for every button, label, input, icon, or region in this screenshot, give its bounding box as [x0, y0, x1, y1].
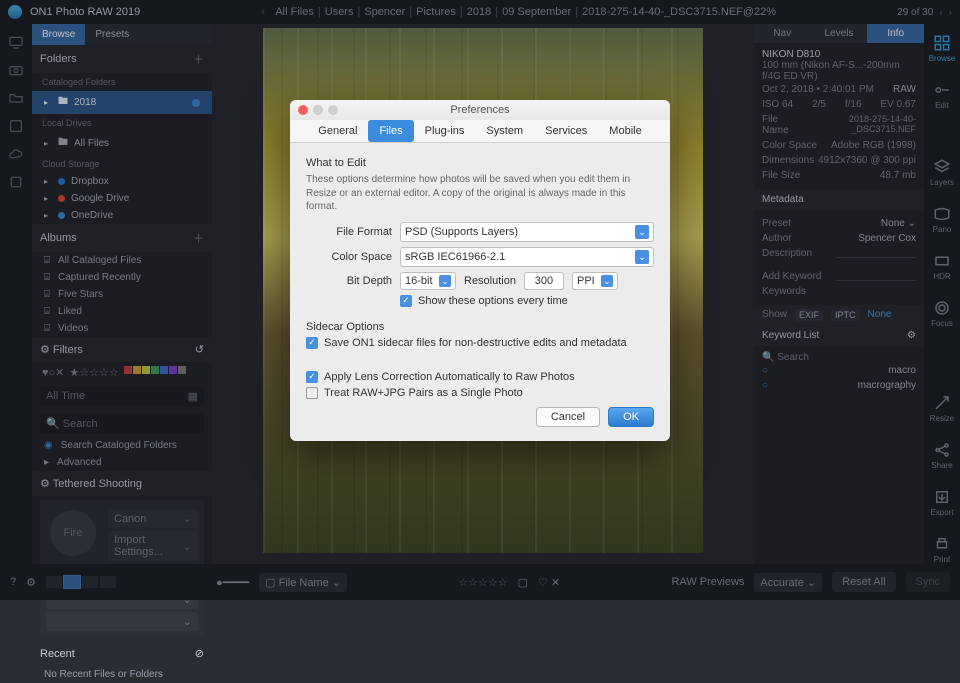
checkbox-icon	[306, 387, 318, 399]
no-recent: No Recent Files or Folders	[32, 666, 212, 683]
recent-label: Recent	[40, 648, 75, 660]
pref-tab-files[interactable]: Files	[368, 120, 413, 142]
checkbox-icon: ✓	[306, 337, 318, 349]
tether-slot[interactable]: ⌄	[46, 612, 198, 631]
chevron-down-icon: ⌄	[601, 275, 613, 287]
checkbox-icon: ✓	[306, 371, 318, 383]
what-to-edit-heading: What to Edit	[306, 157, 654, 169]
chevron-down-icon: ⌄	[635, 250, 649, 264]
color-space-row: Color Space sRGB IEC61966-2.1⌄	[306, 247, 654, 267]
treat-rawjpg-checkbox[interactable]: Treat RAW+JPG Pairs as a Single Photo	[306, 387, 654, 399]
bitdepth-select[interactable]: 16-bit⌄	[400, 272, 456, 290]
show-options-label: Show these options every time	[418, 295, 568, 307]
pref-body: What to Edit These options determine how…	[290, 143, 670, 441]
cancel-button[interactable]: Cancel	[536, 407, 600, 427]
what-to-edit-hint: These options determine how photos will …	[306, 173, 654, 214]
file-format-row: File Format PSD (Supports Layers)⌄	[306, 222, 654, 242]
ok-button[interactable]: OK	[608, 407, 654, 427]
dialog-title: Preferences	[290, 104, 670, 116]
clear-recent-icon[interactable]: ⊘	[195, 647, 204, 660]
pref-tab-general[interactable]: General	[307, 120, 368, 142]
dialog-titlebar: Preferences	[290, 100, 670, 120]
checkbox-icon: ✓	[400, 295, 412, 307]
dialog-buttons: Cancel OK	[306, 407, 654, 427]
bitdepth-row: Bit Depth 16-bit⌄ Resolution 300 PPI⌄	[306, 272, 654, 290]
chevron-down-icon: ⌄	[439, 275, 451, 287]
resolution-label: Resolution	[464, 275, 516, 287]
treat-rawjpg-label: Treat RAW+JPG Pairs as a Single Photo	[324, 387, 523, 399]
color-space-label: Color Space	[306, 251, 392, 263]
modal-backdrop[interactable]: Preferences General Files Plug-ins Syste…	[0, 0, 960, 600]
save-sidecar-label: Save ON1 sidecar files for non-destructi…	[324, 337, 627, 349]
show-options-checkbox[interactable]: ✓ Show these options every time	[400, 295, 654, 307]
pref-tab-system[interactable]: System	[475, 120, 534, 142]
color-space-select[interactable]: sRGB IEC61966-2.1⌄	[400, 247, 654, 267]
sidecar-heading: Sidecar Options	[306, 321, 654, 333]
resolution-input[interactable]: 300	[524, 272, 564, 290]
bitdepth-label: Bit Depth	[306, 275, 392, 287]
save-sidecar-checkbox[interactable]: ✓ Save ON1 sidecar files for non-destruc…	[306, 337, 654, 349]
no-recent-label: No Recent Files or Folders	[44, 669, 163, 680]
recent-header[interactable]: Recent ⊘	[32, 641, 212, 666]
file-format-label: File Format	[306, 226, 392, 238]
file-format-select[interactable]: PSD (Supports Layers)⌄	[400, 222, 654, 242]
apply-lens-checkbox[interactable]: ✓ Apply Lens Correction Automatically to…	[306, 371, 654, 383]
ppi-select[interactable]: PPI⌄	[572, 272, 618, 290]
pref-tab-services[interactable]: Services	[534, 120, 598, 142]
chevron-down-icon: ⌄	[635, 225, 649, 239]
pref-tab-mobile[interactable]: Mobile	[598, 120, 652, 142]
apply-lens-label: Apply Lens Correction Automatically to R…	[324, 371, 575, 383]
preferences-dialog: Preferences General Files Plug-ins Syste…	[290, 100, 670, 441]
pref-tab-plugins[interactable]: Plug-ins	[414, 120, 476, 142]
pref-tabs: General Files Plug-ins System Services M…	[290, 120, 670, 143]
